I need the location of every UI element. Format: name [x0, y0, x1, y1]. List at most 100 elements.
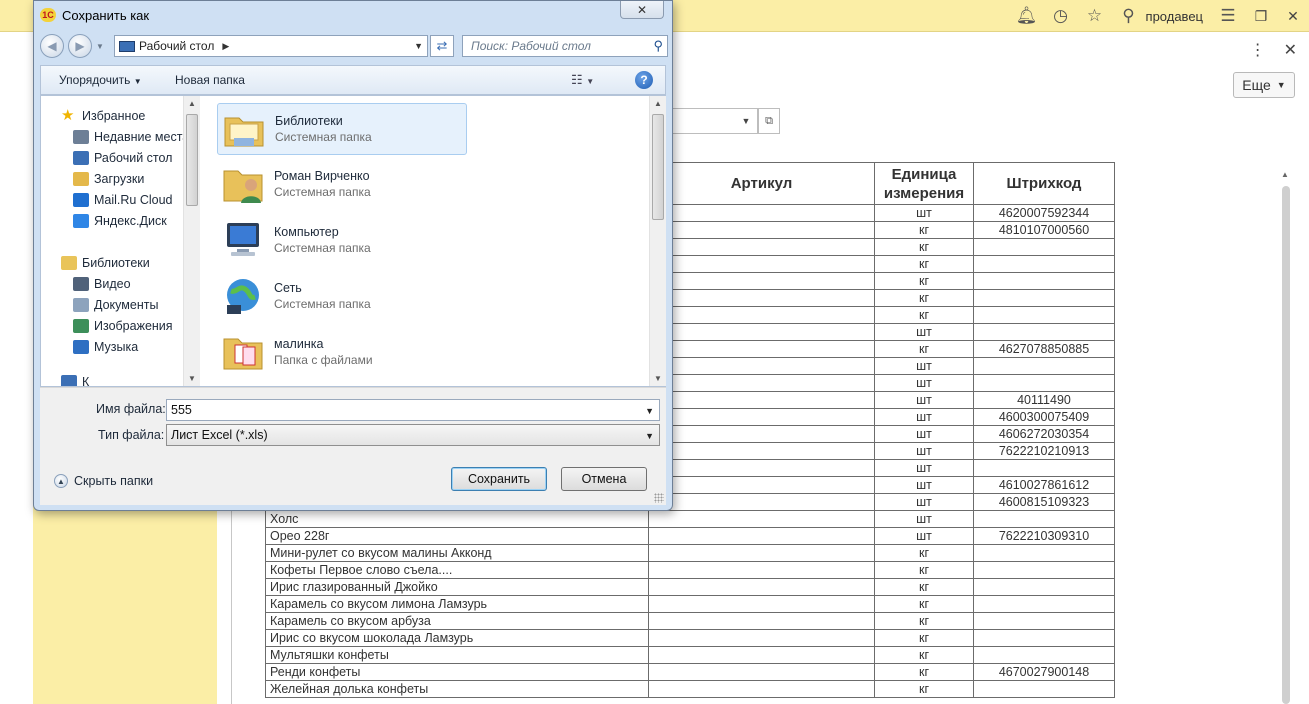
close-icon[interactable]: ✕	[1277, 0, 1309, 32]
table-row[interactable]: Ренди конфеты кг 4670027900148	[265, 663, 1115, 681]
file-item[interactable]: Компьютер Системная папка	[217, 215, 467, 267]
cell-barcode[interactable]	[973, 646, 1115, 664]
cell-unit[interactable]: кг	[874, 595, 974, 613]
resize-grip[interactable]	[654, 493, 664, 503]
view-options-button[interactable]: ☷ ▼	[571, 72, 594, 88]
cell-unit[interactable]: шт	[874, 425, 974, 443]
cell-article[interactable]	[648, 476, 875, 494]
cell-barcode[interactable]: 4810107000560	[973, 221, 1115, 239]
cell-unit[interactable]: шт	[874, 527, 974, 545]
forward-button[interactable]: ▶	[68, 34, 92, 58]
cell-barcode[interactable]: 4600815109323	[973, 493, 1115, 511]
cell-article[interactable]	[648, 306, 875, 324]
cell-unit[interactable]: кг	[874, 612, 974, 630]
cell-barcode[interactable]	[973, 357, 1115, 375]
cell-article[interactable]	[648, 544, 875, 562]
table-row[interactable]: Орео 228г шт 7622210309310	[265, 527, 1115, 545]
cell-barcode[interactable]	[973, 238, 1115, 256]
cell-article[interactable]	[648, 612, 875, 630]
cell-name[interactable]: Орео 228г	[265, 527, 649, 545]
cell-barcode[interactable]: 4670027900148	[973, 663, 1115, 681]
cell-article[interactable]	[648, 221, 875, 239]
scroll-up-icon[interactable]: ▲	[1281, 170, 1289, 179]
scroll-thumb[interactable]	[652, 114, 664, 220]
filename-field[interactable]: 555 ▼	[166, 399, 660, 421]
cell-barcode[interactable]	[973, 255, 1115, 273]
sheet-scrollbar[interactable]: ▲	[1278, 162, 1294, 704]
table-row[interactable]: Карамель со вкусом лимона Ламзурь кг	[265, 595, 1115, 613]
new-folder-button[interactable]: Новая папка	[175, 73, 245, 87]
cell-barcode[interactable]	[973, 629, 1115, 647]
scroll-up-icon[interactable]: ▲	[188, 99, 196, 108]
tree-item[interactable]: ★ Избранное	[61, 106, 145, 126]
tree-item[interactable]: Яндекс.Диск	[73, 211, 167, 231]
cell-article[interactable]	[648, 629, 875, 647]
cell-unit[interactable]: шт	[874, 442, 974, 460]
chevron-down-icon[interactable]: ▼	[645, 406, 654, 416]
scroll-up-icon[interactable]: ▲	[654, 99, 662, 108]
cell-article[interactable]	[648, 391, 875, 409]
tree-item[interactable]: Документы	[73, 295, 158, 315]
cell-article[interactable]	[648, 459, 875, 477]
cell-barcode[interactable]	[973, 561, 1115, 579]
scroll-thumb[interactable]	[186, 114, 198, 206]
cell-name[interactable]: Ирис со вкусом шоколада Ламзурь	[265, 629, 649, 647]
cell-article[interactable]	[648, 578, 875, 596]
cell-unit[interactable]: шт	[874, 408, 974, 426]
cell-unit[interactable]: кг	[874, 544, 974, 562]
more-button[interactable]: Еще ▼	[1233, 72, 1295, 98]
cell-barcode[interactable]: 7622210210913	[973, 442, 1115, 460]
table-row[interactable]: Мультяшки конфеты кг	[265, 646, 1115, 664]
cell-unit[interactable]: шт	[874, 357, 974, 375]
dialog-close-button[interactable]: ✕	[620, 1, 664, 19]
chevron-down-icon[interactable]: ▼	[414, 41, 423, 51]
open-option-button[interactable]: ⧉	[758, 108, 780, 134]
cell-unit[interactable]: кг	[874, 238, 974, 256]
cell-unit[interactable]: шт	[874, 476, 974, 494]
tree-scrollbar[interactable]: ▲ ▼	[183, 96, 200, 386]
cell-article[interactable]	[648, 204, 875, 222]
cell-barcode[interactable]	[973, 544, 1115, 562]
cell-unit[interactable]: шт	[874, 391, 974, 409]
cell-article[interactable]	[648, 442, 875, 460]
search-icon[interactable]: ⚲	[1112, 0, 1146, 32]
cell-barcode[interactable]: 7622210309310	[973, 527, 1115, 545]
cell-article[interactable]	[648, 527, 875, 545]
star-icon[interactable]: ☆	[1078, 0, 1112, 32]
cell-article[interactable]	[648, 289, 875, 307]
cell-barcode[interactable]	[973, 680, 1115, 698]
cell-unit[interactable]: шт	[874, 204, 974, 222]
bell-icon[interactable]: 🔔︎	[1010, 0, 1044, 32]
cell-name[interactable]: Карамель со вкусом арбуза	[265, 612, 649, 630]
cancel-button[interactable]: Отмена	[561, 467, 647, 491]
cell-article[interactable]	[648, 646, 875, 664]
cell-unit[interactable]: шт	[874, 459, 974, 477]
file-item[interactable]: Библиотеки Системная папка	[217, 103, 467, 155]
close-form-icon[interactable]: ✕	[1284, 40, 1297, 60]
search-box[interactable]: Поиск: Рабочий стол ⚲	[462, 35, 668, 57]
user-name[interactable]: продавец	[1146, 9, 1211, 24]
tree-item[interactable]: Недавние места	[73, 127, 189, 147]
cell-barcode[interactable]	[973, 595, 1115, 613]
search-icon[interactable]: ⚲	[653, 38, 663, 54]
cell-name[interactable]: Холс	[265, 510, 649, 528]
cell-unit[interactable]: кг	[874, 340, 974, 358]
cell-unit[interactable]: кг	[874, 221, 974, 239]
cell-barcode[interactable]: 4600300075409	[973, 408, 1115, 426]
chevron-down-icon[interactable]: ▼	[645, 431, 654, 441]
cell-article[interactable]	[648, 408, 875, 426]
cell-barcode[interactable]: 4610027861612	[973, 476, 1115, 494]
cell-unit[interactable]: шт	[874, 323, 974, 341]
cell-article[interactable]	[648, 680, 875, 698]
cell-unit[interactable]: шт	[874, 374, 974, 392]
hide-folders-toggle[interactable]: ▲ Скрыть папки	[54, 474, 153, 488]
tree-item[interactable]: Mail.Ru Cloud	[73, 190, 173, 210]
cell-unit[interactable]: шт	[874, 510, 974, 528]
cell-unit[interactable]: кг	[874, 663, 974, 681]
breadcrumb-arrow-icon[interactable]: ▶	[222, 41, 229, 52]
cell-barcode[interactable]	[973, 306, 1115, 324]
cell-barcode[interactable]	[973, 374, 1115, 392]
cell-unit[interactable]: кг	[874, 255, 974, 273]
files-scrollbar[interactable]: ▲ ▼	[649, 96, 666, 386]
cell-unit[interactable]: кг	[874, 306, 974, 324]
